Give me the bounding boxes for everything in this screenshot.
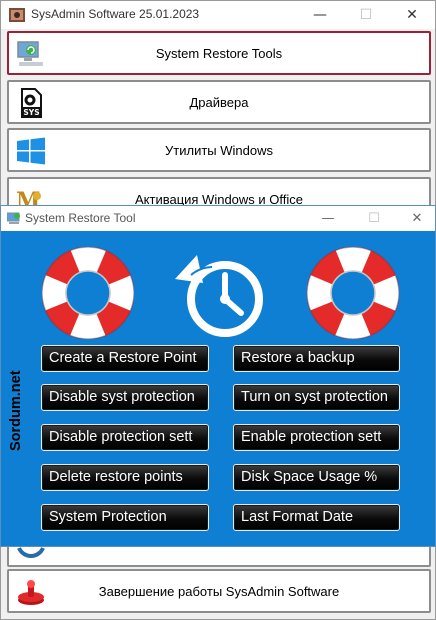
disable-protection-sett-button[interactable]: Disable protection sett <box>41 424 209 451</box>
create-restore-point-button[interactable]: Create a Restore Point <box>41 345 209 372</box>
shutdown-button[interactable]: Завершение работы SysAdmin Software <box>7 569 431 613</box>
system-restore-tools-button[interactable]: System Restore Tools <box>7 31 431 75</box>
disk-space-usage-button[interactable]: Disk Space Usage % <box>233 464 400 491</box>
sysadmin-title-bar[interactable]: SysAdmin Software 25.01.2023 — ☐ ✕ <box>1 1 435 29</box>
system-restore-tool-window: System Restore Tool — ☐ ✕ Create a Resto… <box>0 205 436 547</box>
lifebuoy-icon <box>42 247 134 339</box>
restore-tool-title-bar[interactable]: System Restore Tool — ☐ ✕ <box>1 206 435 231</box>
restore-tool-app-icon <box>7 212 20 224</box>
sordum-watermark: Sordum.net <box>8 370 24 451</box>
restore-backup-button[interactable]: Restore a backup <box>233 345 400 372</box>
minimize-button[interactable]: — <box>297 1 343 29</box>
close-button[interactable]: ✕ <box>389 1 435 29</box>
system-restore-tools-label: System Restore Tools <box>155 46 283 61</box>
turn-on-syst-protection-button[interactable]: Turn on syst protection <box>233 384 400 411</box>
restore-minimize-button[interactable]: — <box>305 206 351 231</box>
windows-utilities-label: Утилиты Windows <box>165 143 273 158</box>
drivers-label: Драйвера <box>189 95 249 110</box>
app-icon <box>9 8 25 22</box>
disable-syst-protection-button[interactable]: Disable syst protection <box>41 384 209 411</box>
shutdown-label: Завершение работы SysAdmin Software <box>98 584 340 599</box>
enable-protection-sett-button[interactable]: Enable protection sett <box>233 424 400 451</box>
sysadmin-title: SysAdmin Software 25.01.2023 <box>31 7 200 21</box>
restore-clock-icon <box>175 255 263 337</box>
maximize-button[interactable]: ☐ <box>343 1 389 29</box>
restore-tool-title: System Restore Tool <box>25 211 136 225</box>
delete-restore-points-button[interactable]: Delete restore points <box>41 464 209 491</box>
lifebuoy-icon <box>307 247 399 339</box>
last-format-date-button[interactable]: Last Format Date <box>233 504 400 531</box>
drivers-button[interactable]: SYS Драйвера <box>7 80 431 124</box>
restore-maximize-button[interactable]: ☐ <box>351 206 397 231</box>
restore-close-button[interactable]: ✕ <box>394 206 436 231</box>
system-protection-button[interactable]: System Protection <box>41 504 209 531</box>
restore-tool-body: Create a Restore Point Disable syst prot… <box>1 231 435 546</box>
windows-utilities-button[interactable]: Утилиты Windows <box>7 128 431 172</box>
